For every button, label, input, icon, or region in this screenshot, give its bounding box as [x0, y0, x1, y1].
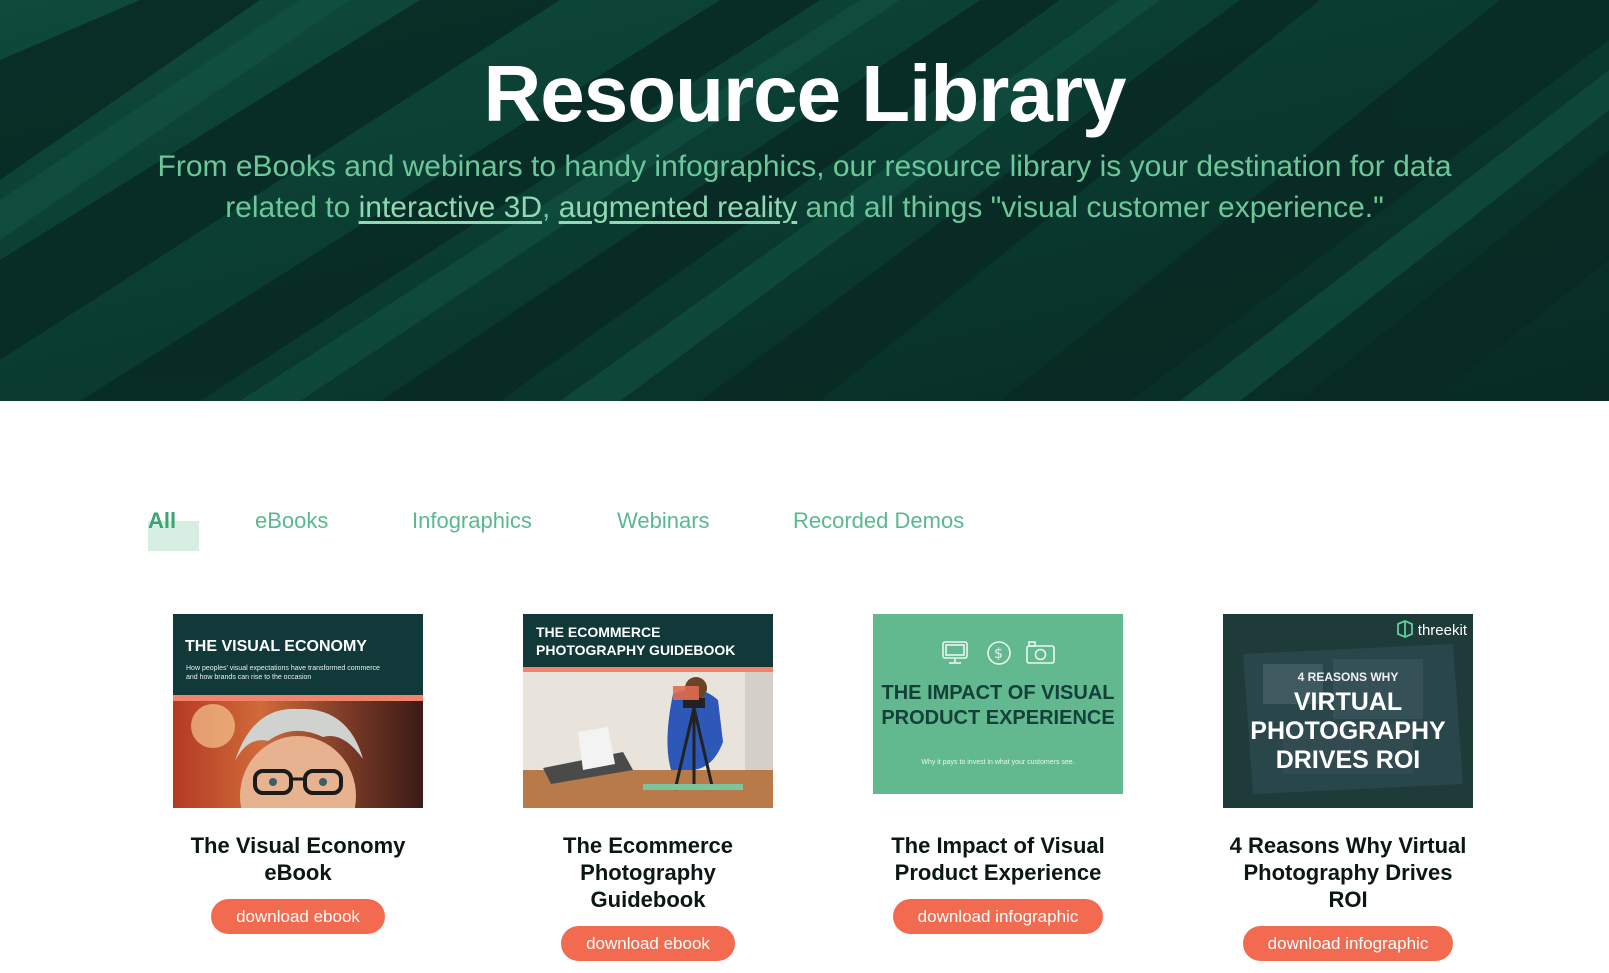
- thumbnail-subheading: Why it pays to invest in what your custo…: [921, 759, 1075, 766]
- filter-tab-infographics[interactable]: Infographics: [412, 508, 532, 534]
- resource-title[interactable]: The Visual Economy eBook: [173, 832, 423, 886]
- filter-tab-all[interactable]: All: [148, 508, 176, 534]
- download-ebook-button[interactable]: download ebook: [211, 899, 385, 934]
- page-title: Resource Library: [483, 49, 1126, 138]
- augmented-reality-link[interactable]: augmented reality: [559, 191, 797, 224]
- download-infographic-button[interactable]: download infographic: [892, 899, 1104, 934]
- thumbnail-heading: THE ECOMMERCE PHOTOGRAPHY GUIDEBOOK: [536, 624, 736, 658]
- filter-tab-recorded-demos[interactable]: Recorded Demos: [793, 508, 964, 534]
- resource-card: THE VISUAL ECONOMY How peoples' visual e…: [173, 614, 423, 934]
- thumbnail-heading: THE IMPACT OF VISUAL PRODUCT EXPERIENCE: [881, 682, 1115, 729]
- filter-tab-ebooks[interactable]: eBooks: [255, 508, 328, 534]
- resource-thumbnail[interactable]: THE ECOMMERCE PHOTOGRAPHY GUIDEBOOK: [523, 614, 773, 808]
- monitor-icon: [942, 641, 968, 664]
- thumbnail-photo: [173, 701, 423, 808]
- hero-subtitle-text-2: and all things "visual customer experien…: [797, 191, 1384, 224]
- threekit-logo-text: threekit: [1417, 622, 1467, 639]
- resource-title[interactable]: The Impact of Visual Product Experience: [873, 832, 1123, 886]
- resource-title[interactable]: 4 Reasons Why Virtual Photography Drives…: [1223, 832, 1473, 913]
- resource-card: threekit 4 REASONS WHY VIRTUAL PHOTOGRAP…: [1223, 614, 1473, 961]
- dollar-icon: $: [987, 641, 1011, 665]
- download-ebook-button[interactable]: download ebook: [561, 926, 735, 961]
- thumbnail-subheading: How peoples' visual expectations have tr…: [186, 665, 380, 681]
- resource-thumbnail[interactable]: $ THE IMPACT OF VISUAL PRODUCT EXPERIENC…: [873, 614, 1123, 794]
- filter-tab-webinars[interactable]: Webinars: [617, 508, 710, 534]
- resource-card: THE ECOMMERCE PHOTOGRAPHY GUIDEBOOK The …: [523, 614, 773, 961]
- interactive-3d-link[interactable]: interactive 3D: [359, 191, 542, 224]
- thumbnail-heading: THE VISUAL ECONOMY: [185, 638, 367, 655]
- hero-subtitle-comma: ,: [542, 191, 559, 224]
- threekit-logo-icon: [1396, 620, 1413, 638]
- camera-icon: [1026, 641, 1055, 664]
- thumbnail-photo: [523, 672, 773, 808]
- resource-card: $ THE IMPACT OF VISUAL PRODUCT EXPERIENC…: [873, 614, 1123, 934]
- download-infographic-button[interactable]: download infographic: [1242, 926, 1454, 961]
- hero-banner: Resource Library From eBooks and webinar…: [0, 0, 1609, 401]
- thumbnail-icons: $: [942, 641, 1055, 665]
- resource-title[interactable]: The Ecommerce Photography Guidebook: [523, 832, 773, 913]
- thumbnail-kicker: 4 REASONS WHY: [1297, 670, 1399, 684]
- resource-thumbnail[interactable]: THE VISUAL ECONOMY How peoples' visual e…: [173, 614, 423, 808]
- threekit-logo: threekit: [1396, 620, 1467, 639]
- resource-thumbnail[interactable]: threekit 4 REASONS WHY VIRTUAL PHOTOGRAP…: [1223, 614, 1473, 808]
- hero-subtitle: From eBooks and webinars to handy infogr…: [140, 146, 1469, 228]
- svg-text:$: $: [994, 646, 1003, 662]
- thumbnail-heading: VIRTUAL PHOTOGRAPHY DRIVES ROI: [1250, 688, 1446, 774]
